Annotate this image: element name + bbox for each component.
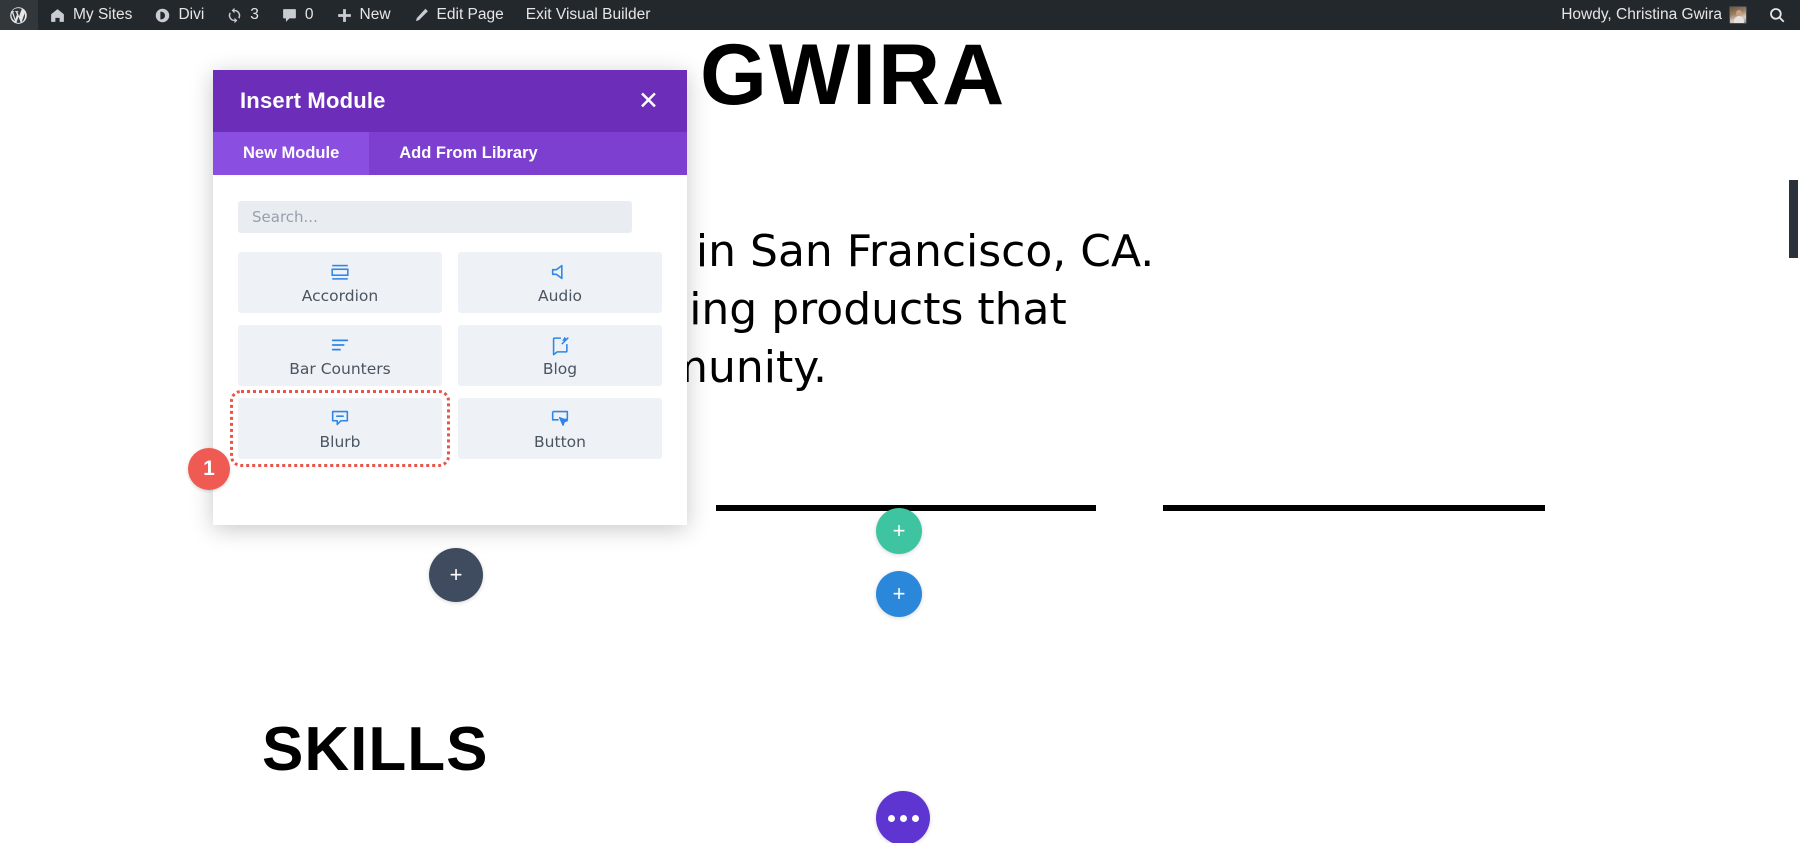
module-card-blog[interactable]: Blog <box>458 325 662 386</box>
bar-counters-icon <box>329 334 351 356</box>
module-card-label: Button <box>534 432 586 451</box>
add-module-button[interactable]: + <box>876 571 922 617</box>
module-card-label: Accordion <box>301 286 379 305</box>
admin-bar-label-edit-page: Edit Page <box>436 6 504 23</box>
admin-bar-my-account[interactable]: Howdy, Christina Gwira <box>1550 0 1758 30</box>
ellipsis-icon <box>887 814 919 822</box>
insert-module-modal: Insert Module ✕ New Module Add From Libr… <box>213 70 687 525</box>
audio-speaker-icon <box>549 261 571 283</box>
plus-icon <box>336 7 353 24</box>
add-row-button[interactable]: + <box>876 508 922 554</box>
module-card-label: Bar Counters <box>289 359 391 378</box>
module-card-label: Blurb <box>319 432 361 451</box>
search-icon <box>1768 6 1786 24</box>
admin-bar-label-divi: Divi <box>178 6 205 23</box>
pencil-icon <box>413 7 430 24</box>
page-title: GWIRA <box>700 30 1007 123</box>
admin-bar-label-exit-visual-builder: Exit Visual Builder <box>525 6 651 23</box>
admin-bar-item-exit-visual-builder[interactable]: Exit Visual Builder <box>515 0 662 30</box>
close-icon[interactable]: ✕ <box>632 85 665 118</box>
module-list: Accordion Audio Bar Counters Blog Blurb Butto… <box>230 252 662 467</box>
module-card-blurb[interactable]: Blurb <box>230 390 450 467</box>
step-badge-1: 1 <box>188 448 230 490</box>
modal-scrollbar-thumb[interactable] <box>1789 180 1798 258</box>
add-row-label: + <box>892 518 906 543</box>
row-settings-button[interactable] <box>876 791 930 843</box>
admin-bar-left-group: My Sites Divi 3 0 New Edit Page Exit Vis… <box>0 0 661 30</box>
admin-bar-right-group: Howdy, Christina Gwira <box>1550 0 1800 30</box>
avatar <box>1729 6 1747 24</box>
module-card-accordion[interactable]: Accordion <box>238 252 442 313</box>
admin-bar-item-comments[interactable]: 0 <box>270 0 325 30</box>
divider-right <box>1163 505 1545 511</box>
modal-tabs: New Module Add From Library <box>213 132 687 175</box>
modal-body: Accordion Audio Bar Counters Blog Blurb Butto… <box>213 175 687 525</box>
module-card-bar-counters[interactable]: Bar Counters <box>238 325 442 386</box>
sites-icon <box>49 7 66 24</box>
admin-bar-label-new: New <box>359 6 391 23</box>
updates-icon <box>226 7 243 24</box>
wordpress-logo-button[interactable] <box>0 0 38 30</box>
blurb-icon <box>329 407 351 429</box>
admin-bar-item-updates[interactable]: 3 <box>215 0 270 30</box>
plus-icon: + <box>449 562 463 587</box>
admin-bar-search-button[interactable] <box>1758 0 1800 30</box>
divi-icon <box>154 7 171 24</box>
skills-heading: SKILLS <box>262 715 489 784</box>
accordion-icon <box>329 261 351 283</box>
modal-header: Insert Module ✕ <box>213 70 687 132</box>
module-card-label: Blog <box>542 359 578 378</box>
wordpress-logo-icon <box>9 6 28 25</box>
admin-bar-item-my-sites[interactable]: My Sites <box>38 0 143 30</box>
blog-icon <box>549 334 571 356</box>
modal-title: Insert Module <box>240 88 386 113</box>
wp-admin-bar: My Sites Divi 3 0 New Edit Page Exit Vis… <box>0 0 1800 30</box>
admin-bar-item-divi[interactable]: Divi <box>143 0 215 30</box>
module-card-audio[interactable]: Audio <box>458 252 662 313</box>
admin-bar-label-updates-count: 3 <box>250 6 259 23</box>
add-module-label: + <box>892 581 906 606</box>
admin-bar-item-new[interactable]: New <box>325 0 402 30</box>
admin-bar-label-comments-count: 0 <box>304 6 314 23</box>
button-icon <box>549 407 571 429</box>
tab-add-from-library[interactable]: Add From Library <box>369 132 567 175</box>
search-input[interactable] <box>238 201 632 233</box>
howdy-label: Howdy, Christina Gwira <box>1561 6 1722 23</box>
comment-bubble-icon <box>281 7 298 24</box>
admin-bar-item-edit-page[interactable]: Edit Page <box>402 0 515 30</box>
admin-bar-label-my-sites: My Sites <box>73 6 133 23</box>
tab-new-module[interactable]: New Module <box>213 132 370 175</box>
module-card-button[interactable]: Button <box>458 398 662 459</box>
module-card-label: Audio <box>537 286 583 305</box>
insert-module-trigger-button[interactable]: + <box>429 548 483 602</box>
